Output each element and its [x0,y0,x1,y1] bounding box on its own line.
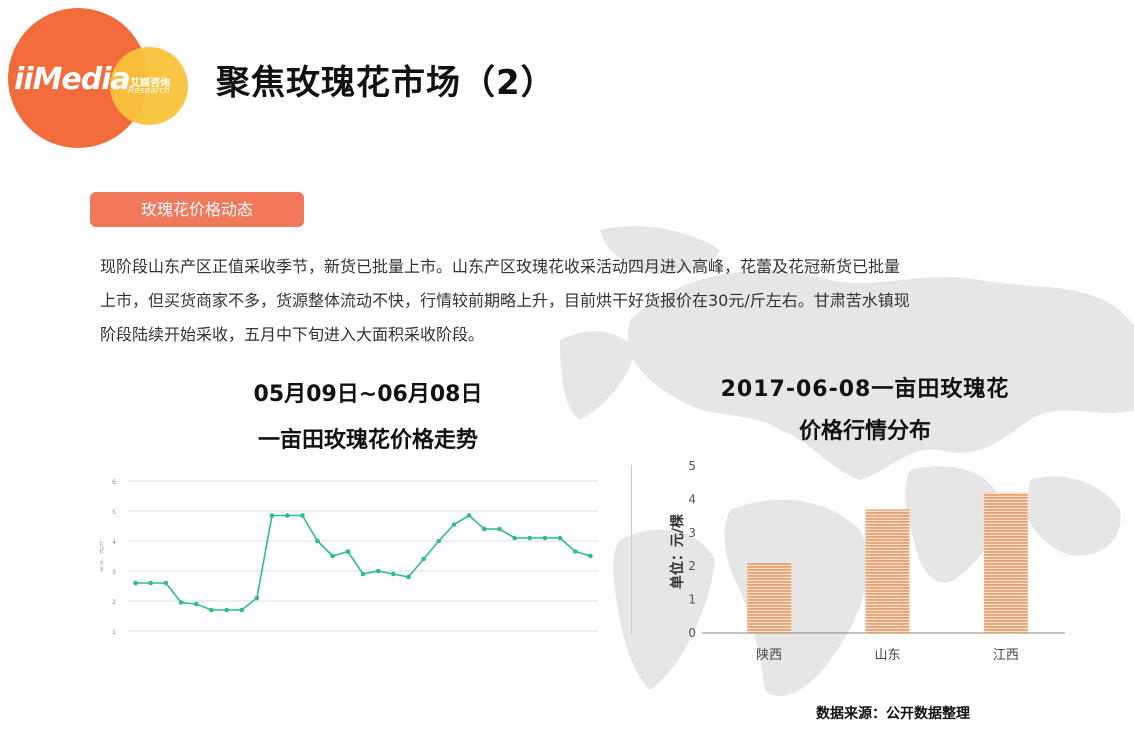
line-chart-point [527,535,533,541]
line-chart-point [542,535,548,541]
line-chart-point [572,549,578,554]
data-source-note: 数据来源：公开数据整理 [816,706,970,722]
line-chart-point [451,522,457,527]
line-chart-title-line1: 05月09日~06月08日 [253,382,483,407]
line-chart-point [163,580,169,586]
line-chart-point [133,580,138,586]
line-chart-point [481,526,487,532]
line-chart-point [330,553,335,559]
bar-chart-title-line1: 2017-06-08一亩田玫瑰花 [720,377,1010,402]
line-chart-point [148,580,154,586]
line-chart-point [512,535,517,541]
section-tag: 玫瑰花价格动态 [90,192,304,227]
chart-divider [631,465,632,635]
line-chart-y-tick-label: 3 [112,569,116,576]
line-chart-y-tick-label: 6 [112,479,116,486]
line-chart-point [300,513,305,518]
bar-chart-category-label: 山东 [874,648,900,663]
line-chart-y-axis-label: 单位：元/斤 [100,540,105,572]
line-chart-y-tick-label: 1 [112,629,116,636]
line-chart-point [557,535,563,541]
bar-chart-y-tick-label: 5 [688,459,696,473]
line-chart-point [466,513,472,518]
bar-chart-bar [747,562,792,633]
line-chart-y-tick-label: 2 [112,599,116,606]
bar-chart-y-tick-label: 4 [688,492,696,506]
bar-chart-category-label: 陕西 [756,648,782,663]
bar-chart-y-tick-label: 2 [688,559,696,573]
bar-chart-y-tick-label: 0 [688,626,696,640]
bar-chart-category-label: 江西 [993,648,1019,663]
line-chart-point [315,538,320,544]
intro-line: 阶段陆续开始采收，五月中下旬进入大面积采收阶段。 [100,325,485,344]
line-chart-point [209,607,214,613]
line-chart-point [284,513,290,518]
logo-en-text: Research [128,86,170,96]
bar-chart-title-line2: 价格行情分布 [798,419,931,444]
line-chart-title-line2: 一亩田玫瑰花价格走势 [257,428,478,453]
line-chart-point [497,526,502,532]
line-chart-point [193,601,199,607]
line-chart-point [239,607,245,613]
line-chart-series-line [135,514,591,611]
line-chart-point [360,571,366,577]
page-title: 聚焦玫瑰花市场（2） [216,63,556,103]
bar-chart-y-axis-label: 单位：元/棵 [669,514,686,589]
intro-line: 上市，但买货商家不多，货源整体流动不快，行情较前期略上升，目前烘干好货报价在30… [100,291,910,310]
line-chart-point [345,549,351,554]
intro-line: 现阶段山东产区正值采收季节，新货已批量上市。山东产区玫瑰花收采活动四月进入高峰，… [100,257,901,276]
bar-chart-bar [865,509,910,633]
line-chart-point [421,556,426,562]
bar-chart-y-tick-label: 3 [688,526,696,540]
line-chart-point [178,600,184,605]
iimedia-logo: iiMedia 艾媒咨询 Research [0,0,200,160]
line-chart-point [588,553,593,559]
bar-chart-y-tick-label: 1 [688,593,696,607]
line-chart-point [436,538,442,544]
logo-brand-text: iiMedia [14,62,131,97]
bar-chart: 0 1 2 3 4 5 单位：元/棵陕西 山东 江西 [669,459,1065,663]
line-chart-y-tick-label: 5 [112,509,116,516]
line-chart-point [375,568,381,574]
line-chart-y-tick-label: 4 [112,539,116,546]
intro-paragraph: 现阶段山东产区正值采收季节，新货已批量上市。山东产区玫瑰花收采活动四月进入高峰，… [100,250,1060,352]
line-chart: 1 2 3 4 5 6 单位：元/斤 [100,479,598,636]
bar-chart-bar [983,492,1028,633]
line-chart-point [391,571,396,577]
line-chart-point [254,595,260,601]
line-chart-point [224,607,229,613]
line-chart-point [269,513,275,518]
line-chart-point [406,574,411,580]
